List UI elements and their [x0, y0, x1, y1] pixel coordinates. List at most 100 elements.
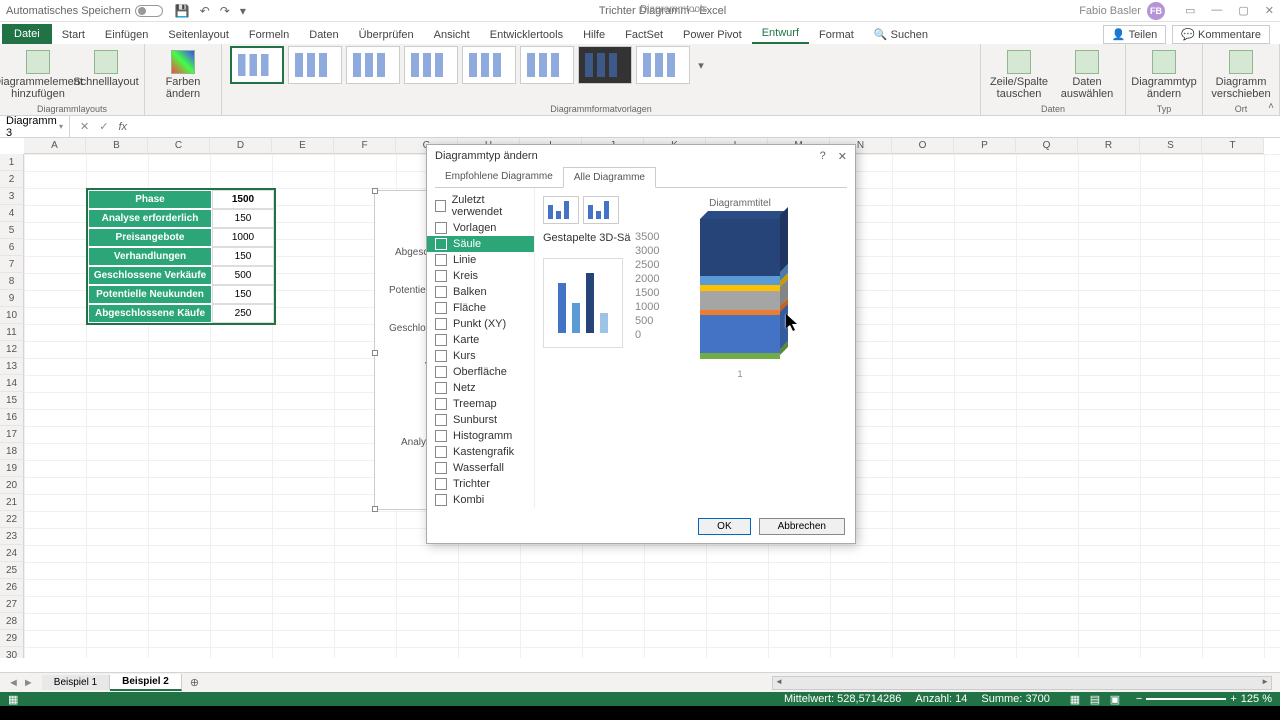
column-header[interactable]: R	[1078, 138, 1140, 154]
row-header[interactable]: 21	[0, 494, 24, 511]
style-thumb[interactable]	[578, 46, 632, 84]
chart-type-item[interactable]: Histogramm	[427, 428, 534, 444]
subtype-thumb[interactable]	[543, 196, 579, 224]
row-header[interactable]: 8	[0, 273, 24, 290]
tab-pagelayout[interactable]: Seitenlayout	[158, 26, 239, 44]
tab-help[interactable]: Hilfe	[573, 26, 615, 44]
cell[interactable]: 500	[212, 266, 274, 285]
row-header[interactable]: 6	[0, 239, 24, 256]
row-header[interactable]: 14	[0, 375, 24, 392]
row-header[interactable]: 18	[0, 443, 24, 460]
chart-type-item[interactable]: Vorlagen	[427, 220, 534, 236]
share-button[interactable]: 👤 Teilen	[1103, 25, 1166, 44]
cell[interactable]: Preisangebote	[88, 228, 212, 247]
row-header[interactable]: 29	[0, 630, 24, 647]
toggle-switch[interactable]	[135, 5, 163, 17]
cell[interactable]: Verhandlungen	[88, 247, 212, 266]
row-header[interactable]: 23	[0, 528, 24, 545]
tab-data[interactable]: Daten	[299, 26, 348, 44]
small-preview[interactable]	[543, 258, 623, 348]
tab-search[interactable]: 🔍 Suchen	[864, 25, 938, 44]
cell[interactable]: Abgeschlossene Käufe	[88, 304, 212, 323]
chart-type-item[interactable]: Punkt (XY)	[427, 316, 534, 332]
row-header[interactable]: 15	[0, 392, 24, 409]
row-header[interactable]: 19	[0, 460, 24, 477]
change-chart-type-button[interactable]: Diagrammtyp ändern	[1134, 46, 1194, 100]
column-header[interactable]: E	[272, 138, 334, 154]
large-preview[interactable]: Diagrammtitel 35003000250020001500100050…	[635, 198, 845, 398]
chart-type-item[interactable]: Zuletzt verwendet	[427, 192, 534, 220]
collapse-ribbon-icon[interactable]: ˄	[1268, 101, 1274, 112]
dialog-titlebar[interactable]: Diagrammtyp ändern ? ✕	[427, 145, 855, 167]
column-header[interactable]: T	[1202, 138, 1264, 154]
chart-type-item[interactable]: Kurs	[427, 348, 534, 364]
chart-type-list[interactable]: Zuletzt verwendetVorlagenSäuleLinieKreis…	[427, 188, 535, 508]
redo-icon[interactable]: ↷	[220, 4, 230, 18]
tab-developer[interactable]: Entwicklertools	[480, 26, 573, 44]
chart-type-item[interactable]: Treemap	[427, 396, 534, 412]
maximize-icon[interactable]: ▢	[1238, 4, 1248, 17]
row-header[interactable]: 24	[0, 545, 24, 562]
row-header[interactable]: 26	[0, 579, 24, 596]
chart-styles-gallery[interactable]: ▾	[230, 46, 708, 84]
chart-type-item[interactable]: Wasserfall	[427, 460, 534, 476]
save-icon[interactable]: 💾	[175, 4, 190, 18]
cancel-button[interactable]: Abbrechen	[759, 518, 845, 535]
chart-type-item[interactable]: Trichter	[427, 476, 534, 492]
chart-type-item[interactable]: Kombi	[427, 492, 534, 508]
chart-type-item[interactable]: Sunburst	[427, 412, 534, 428]
column-header[interactable]: A	[24, 138, 86, 154]
quick-layout-button[interactable]: Schnelllayout	[76, 46, 136, 88]
confirm-formula-icon[interactable]: ✓	[99, 120, 108, 133]
row-header[interactable]: 30	[0, 647, 24, 658]
cell[interactable]: 1500	[212, 190, 274, 209]
column-header[interactable]: O	[892, 138, 954, 154]
close-icon[interactable]: ✕	[1265, 4, 1274, 17]
row-header[interactable]: 10	[0, 307, 24, 324]
row-header[interactable]: 4	[0, 205, 24, 222]
style-thumb[interactable]	[520, 46, 574, 84]
row-header[interactable]: 25	[0, 562, 24, 579]
sheet-nav[interactable]: ◄►	[0, 677, 42, 689]
row-header[interactable]: 13	[0, 358, 24, 375]
cell[interactable]: Phase	[88, 190, 212, 209]
switch-rowcol-button[interactable]: Zeile/Spalte tauschen	[989, 46, 1049, 100]
column-header[interactable]: S	[1140, 138, 1202, 154]
tab-view[interactable]: Ansicht	[424, 26, 480, 44]
chart-type-item[interactable]: Kreis	[427, 268, 534, 284]
style-thumb[interactable]	[636, 46, 690, 84]
resize-handle[interactable]	[372, 506, 378, 512]
cell[interactable]: 150	[212, 209, 274, 228]
column-header[interactable]: Q	[1016, 138, 1078, 154]
tab-start[interactable]: Start	[52, 26, 95, 44]
cell[interactable]: 150	[212, 247, 274, 266]
change-colors-button[interactable]: Farben ändern	[153, 46, 213, 100]
style-thumb[interactable]	[230, 46, 284, 84]
column-header[interactable]: B	[86, 138, 148, 154]
column-header[interactable]: D	[210, 138, 272, 154]
cell[interactable]: Potentielle Neukunden	[88, 285, 212, 304]
select-data-button[interactable]: Daten auswählen	[1057, 46, 1117, 100]
tab-format[interactable]: Format	[809, 26, 864, 44]
tab-file[interactable]: Datei	[2, 24, 52, 44]
zoom-control[interactable]: − + 125 %	[1136, 693, 1272, 705]
cell[interactable]: 250	[212, 304, 274, 323]
style-thumb[interactable]	[288, 46, 342, 84]
cancel-formula-icon[interactable]: ✕	[80, 120, 89, 133]
chart-type-item[interactable]: Säule	[427, 236, 534, 252]
row-header[interactable]: 3	[0, 188, 24, 205]
styles-more-icon[interactable]: ▾	[694, 59, 708, 72]
name-box[interactable]: Diagramm 3▾	[0, 115, 70, 139]
style-thumb[interactable]	[462, 46, 516, 84]
row-header[interactable]: 12	[0, 341, 24, 358]
tab-formulas[interactable]: Formeln	[239, 26, 299, 44]
sheet-tab[interactable]: Beispiel 2	[110, 674, 182, 691]
view-buttons[interactable]: ▦▤▣	[1066, 693, 1124, 706]
row-header[interactable]: 7	[0, 256, 24, 273]
cell[interactable]: 150	[212, 285, 274, 304]
sheet-tab[interactable]: Beispiel 1	[42, 675, 110, 690]
user-menu[interactable]: Fabio Basler FB	[1079, 2, 1165, 20]
subtype-thumb[interactable]	[583, 196, 619, 224]
row-header[interactable]: 11	[0, 324, 24, 341]
row-header[interactable]: 16	[0, 409, 24, 426]
